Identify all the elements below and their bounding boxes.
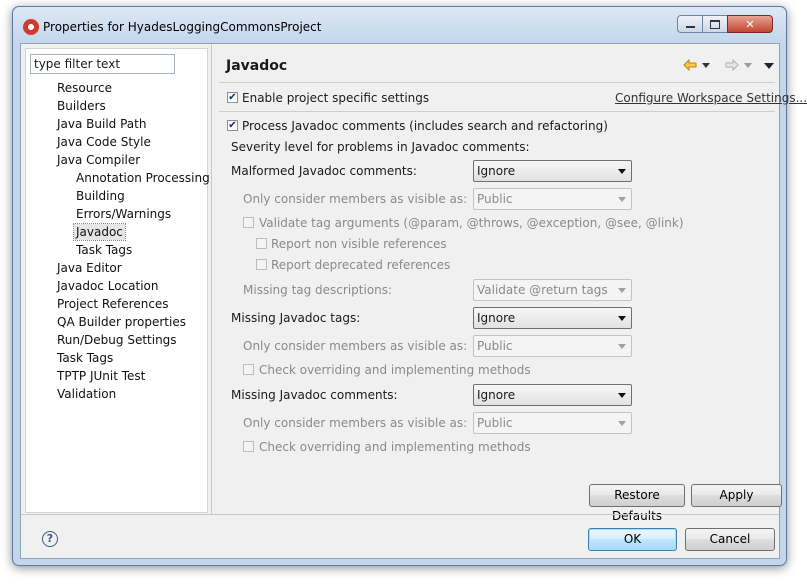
validate-tag-arguments-checkbox[interactable] bbox=[243, 217, 254, 228]
close-button[interactable]: ✕ bbox=[727, 15, 773, 33]
configure-workspace-link[interactable]: Configure Workspace Settings... bbox=[615, 91, 807, 105]
window-title: Properties for HyadesLoggingCommonsProje… bbox=[43, 20, 322, 34]
eclipse-app-icon bbox=[23, 19, 39, 35]
tree-item-qa-builder-properties[interactable]: QA Builder properties bbox=[57, 314, 186, 330]
minimize-button[interactable] bbox=[677, 15, 703, 33]
close-icon: ✕ bbox=[745, 17, 755, 31]
restore-defaults-button[interactable]: Restore Defaults bbox=[589, 484, 685, 523]
missing-comments-check-overriding-checkbox[interactable] bbox=[243, 441, 254, 452]
ok-button[interactable]: OK bbox=[588, 528, 677, 551]
missing-comments-visibility-value: Public bbox=[477, 416, 513, 430]
maximize-icon bbox=[710, 19, 720, 29]
malformed-visibility-label: Only consider members as visible as: bbox=[243, 192, 468, 206]
forward-history-chevron-icon[interactable] bbox=[744, 63, 752, 68]
property-tree-pane: type filter text Resource Builders Java Bu… bbox=[25, 48, 210, 513]
page-title: Javadoc bbox=[226, 58, 288, 74]
properties-dialog: Properties for HyadesLoggingCommonsProje… bbox=[12, 6, 807, 566]
tree-item-building[interactable]: Building bbox=[76, 188, 125, 204]
report-deprecated-checkbox[interactable] bbox=[256, 259, 267, 270]
missing-comments-visibility-select[interactable]: Public bbox=[473, 412, 632, 434]
minimize-icon bbox=[685, 26, 695, 28]
chevron-down-icon bbox=[618, 169, 626, 174]
tree-item-validation[interactable]: Validation bbox=[57, 386, 116, 402]
dialog-client-area: type filter text Resource Builders Java Bu… bbox=[20, 43, 807, 559]
missing-javadoc-comments-label: Missing Javadoc comments: bbox=[231, 388, 398, 402]
tree-item-task-tags[interactable]: Task Tags bbox=[76, 242, 132, 258]
malformed-visibility-select[interactable]: Public bbox=[473, 188, 632, 210]
missing-tags-visibility-select[interactable]: Public bbox=[473, 335, 632, 357]
view-menu-icon[interactable] bbox=[764, 63, 774, 69]
tree-item-task-tags[interactable]: Task Tags bbox=[57, 350, 113, 366]
chevron-down-icon bbox=[618, 316, 626, 321]
report-non-visible-checkbox[interactable] bbox=[256, 238, 267, 249]
validate-tag-arguments-label: Validate tag arguments (@param, @throws,… bbox=[259, 216, 684, 230]
tree-item-annotation-processing[interactable]: Annotation Processing bbox=[76, 170, 210, 186]
back-arrow-icon[interactable] bbox=[683, 59, 697, 71]
missing-comments-visibility-label: Only consider members as visible as: bbox=[243, 416, 468, 430]
tree-item-java-compiler[interactable]: Java Compiler bbox=[57, 152, 140, 168]
pane-divider[interactable] bbox=[211, 44, 212, 514]
chevron-down-icon bbox=[618, 344, 626, 349]
malformed-javadoc-value: Ignore bbox=[477, 164, 516, 178]
filter-input[interactable]: type filter text bbox=[30, 54, 175, 74]
missing-tags-visibility-label: Only consider members as visible as: bbox=[243, 339, 468, 353]
missing-tags-check-overriding-checkbox[interactable] bbox=[243, 364, 254, 375]
malformed-visibility-value: Public bbox=[477, 192, 513, 206]
apply-button[interactable]: Apply bbox=[691, 484, 782, 507]
missing-tags-visibility-value: Public bbox=[477, 339, 513, 353]
tree-item-builders[interactable]: Builders bbox=[57, 98, 106, 114]
tree-item-resource[interactable]: Resource bbox=[57, 80, 112, 96]
severity-heading: Severity level for problems in Javadoc c… bbox=[231, 140, 530, 154]
missing-javadoc-comments-select[interactable]: Ignore bbox=[473, 384, 632, 406]
report-deprecated-label: Report deprecated references bbox=[271, 258, 451, 272]
missing-comments-check-overriding-label: Check overriding and implementing method… bbox=[259, 440, 531, 454]
forward-arrow-icon[interactable] bbox=[725, 59, 739, 71]
chevron-down-icon bbox=[618, 288, 626, 293]
missing-javadoc-tags-value: Ignore bbox=[477, 311, 516, 325]
missing-javadoc-tags-select[interactable]: Ignore bbox=[473, 307, 632, 329]
cancel-button[interactable]: Cancel bbox=[685, 528, 775, 551]
tree-item-javadoc[interactable]: Javadoc bbox=[73, 223, 126, 241]
tree-item-tptp-junit-test[interactable]: TPTP JUnit Test bbox=[57, 368, 145, 384]
missing-tag-descriptions-value: Validate @return tags bbox=[477, 283, 608, 297]
malformed-javadoc-label: Malformed Javadoc comments: bbox=[231, 164, 417, 178]
tree-item-run-debug-settings[interactable]: Run/Debug Settings bbox=[57, 332, 177, 348]
missing-javadoc-tags-label: Missing Javadoc tags: bbox=[231, 311, 361, 325]
settings-separator bbox=[219, 111, 775, 112]
tree-item-project-references[interactable]: Project References bbox=[57, 296, 169, 312]
header-separator bbox=[219, 82, 775, 83]
back-history-chevron-icon[interactable] bbox=[702, 63, 710, 68]
enable-project-specific-checkbox[interactable]: ✔ bbox=[227, 92, 238, 103]
enable-project-specific-label: Enable project specific settings bbox=[242, 91, 430, 105]
tree-item-errors-warnings[interactable]: Errors/Warnings bbox=[76, 206, 171, 222]
missing-tags-check-overriding-label: Check overriding and implementing method… bbox=[259, 363, 531, 377]
process-javadoc-checkbox[interactable]: ✔ bbox=[227, 120, 238, 131]
help-icon[interactable]: ? bbox=[42, 531, 58, 547]
chevron-down-icon bbox=[618, 393, 626, 398]
tree-item-java-editor[interactable]: Java Editor bbox=[57, 260, 122, 276]
tree-item-java-build-path[interactable]: Java Build Path bbox=[57, 116, 146, 132]
missing-tag-descriptions-select[interactable]: Validate @return tags bbox=[473, 279, 632, 301]
title-bar[interactable]: Properties for HyadesLoggingCommonsProje… bbox=[13, 7, 786, 41]
missing-javadoc-comments-value: Ignore bbox=[477, 388, 516, 402]
maximize-button[interactable] bbox=[702, 15, 728, 33]
chevron-down-icon bbox=[618, 421, 626, 426]
process-javadoc-label: Process Javadoc comments (includes searc… bbox=[242, 119, 608, 133]
malformed-javadoc-select[interactable]: Ignore bbox=[473, 160, 632, 182]
report-non-visible-label: Report non visible references bbox=[271, 237, 447, 251]
footer-separator bbox=[21, 514, 779, 515]
missing-tag-descriptions-label: Missing tag descriptions: bbox=[243, 283, 393, 297]
tree-item-javadoc-location[interactable]: Javadoc Location bbox=[57, 278, 158, 294]
tree-item-java-code-style[interactable]: Java Code Style bbox=[57, 134, 151, 150]
chevron-down-icon bbox=[618, 197, 626, 202]
